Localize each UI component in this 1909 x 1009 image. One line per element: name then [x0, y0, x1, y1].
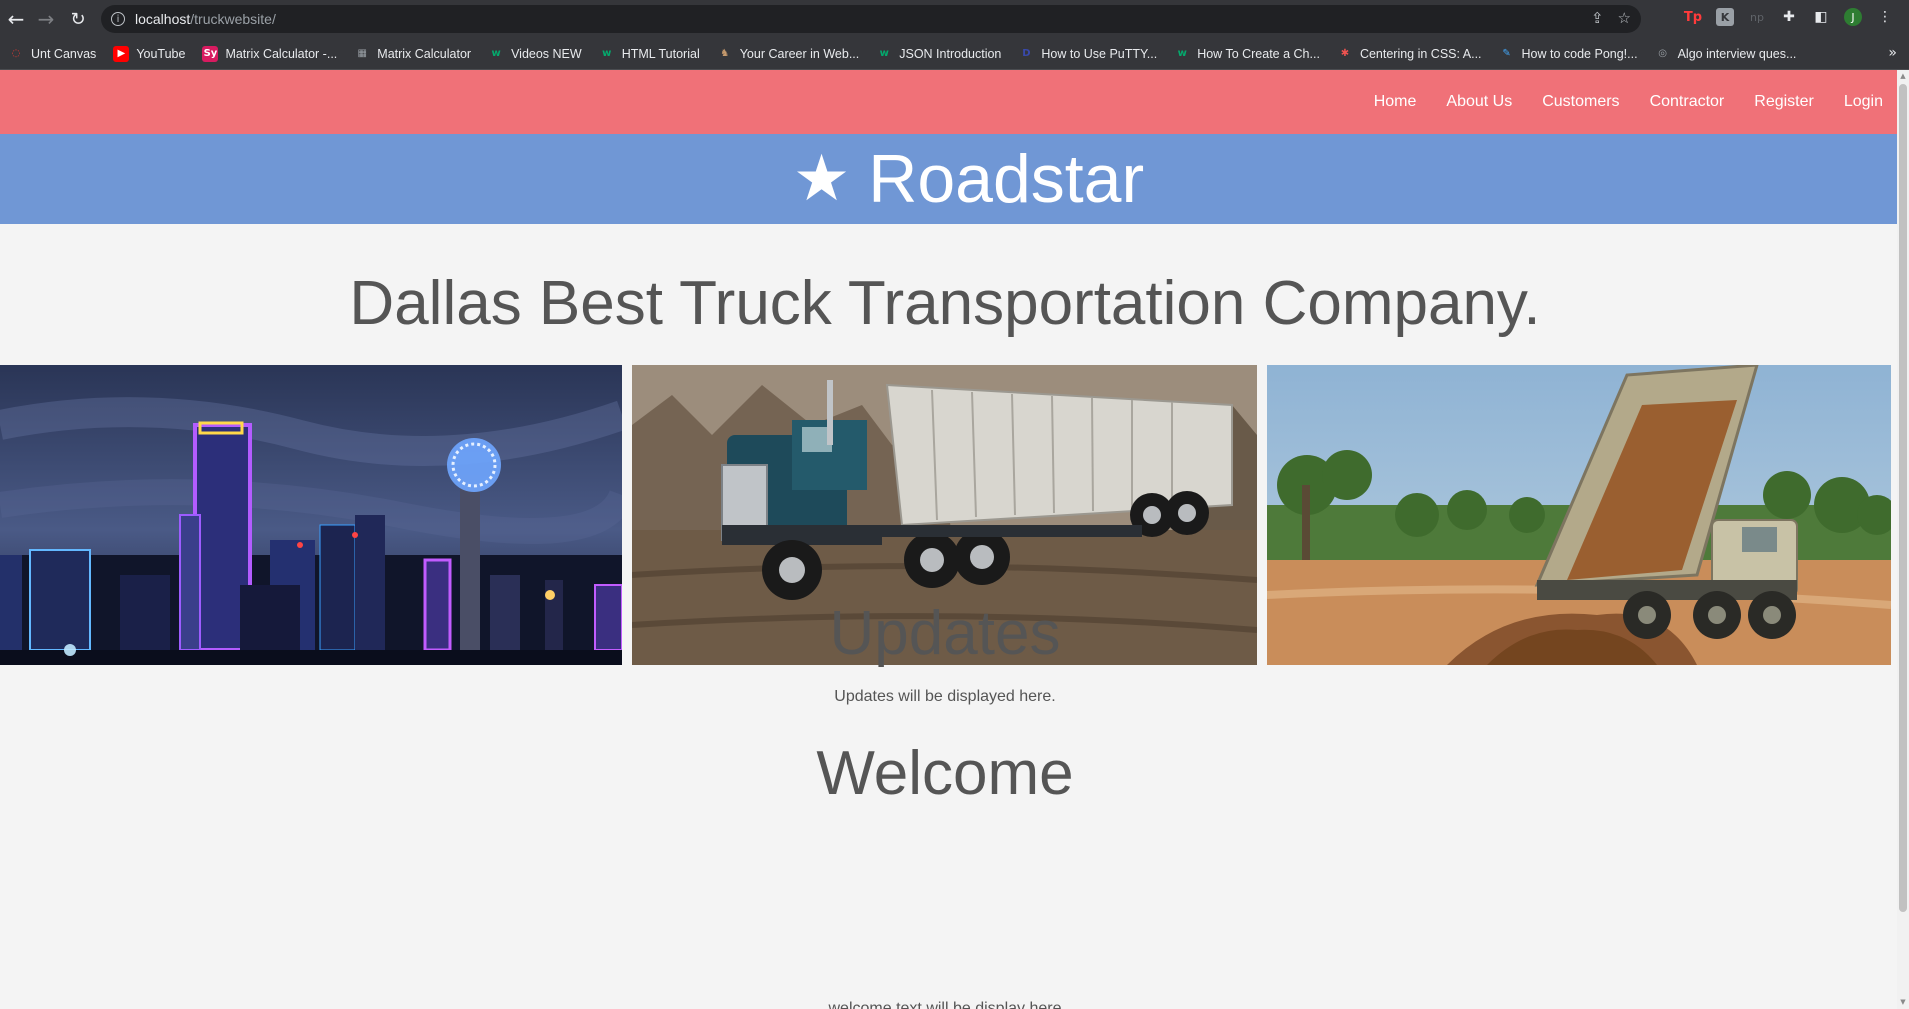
bookmark-item[interactable]: w HTML Tutorial [599, 46, 700, 62]
nav-login-link[interactable]: Login [1844, 93, 1883, 111]
page-viewport: Home About Us Customers Contractor Regis… [0, 70, 1897, 1009]
bookmark-item[interactable]: Sy Matrix Calculator -... [202, 45, 338, 62]
bookmark-label: How to Use PuTTY... [1041, 46, 1158, 61]
updates-heading: Updates [829, 599, 1061, 668]
url-host: localhost [135, 11, 191, 27]
nav-register-link[interactable]: Register [1754, 93, 1814, 111]
scroll-down-icon[interactable]: ▼ [1899, 998, 1907, 1006]
browser-menu-icon[interactable]: ⋮ [1876, 8, 1894, 26]
brand-logo: ★ Roadstar [793, 140, 1144, 218]
reload-icon[interactable]: ↻ [62, 3, 94, 35]
algo-icon: ◎ [1658, 48, 1667, 59]
w3schools-icon: w [491, 48, 501, 59]
bookmark-label: Centering in CSS: A... [1359, 46, 1482, 61]
bookmark-label: JSON Introduction [899, 46, 1002, 61]
bookmark-label: Algo interview ques... [1677, 46, 1797, 61]
bookmark-label: Matrix Calculator -... [225, 46, 338, 61]
bookmark-label: How To Create a Ch... [1197, 46, 1320, 61]
bookmark-item[interactable]: ♞ Your Career in Web... [717, 46, 860, 62]
extension-np-icon[interactable]: np [1748, 8, 1766, 26]
calculator-icon: ▦ [357, 48, 367, 59]
nav-customers-link[interactable]: Customers [1542, 93, 1619, 111]
d-icon: D [1022, 48, 1031, 59]
browser-toolbar: ← → ↻ i localhost/truckwebsite/ ⇪ ☆ Tp K… [0, 0, 1909, 38]
profile-avatar[interactable]: J [1844, 8, 1862, 26]
bookmarks-overflow-icon[interactable]: » [1888, 45, 1897, 61]
pen-icon: ✎ [1502, 48, 1511, 59]
site-info-icon[interactable]: i [111, 12, 125, 26]
updates-text: Updates will be displayed here. [834, 688, 1056, 705]
bookmark-label: HTML Tutorial [621, 46, 700, 61]
youtube-icon: ▶ [113, 45, 130, 62]
site-navbar: Home About Us Customers Contractor Regis… [0, 70, 1897, 134]
nav-contractor-link[interactable]: Contractor [1650, 93, 1725, 111]
w3schools-icon: w [1177, 48, 1187, 59]
page-scrollbar[interactable]: ▲ ▼ [1897, 70, 1909, 1009]
bookmarks-bar: ◌ Unt Canvas ▶ YouTube Sy Matrix Calculator -… [0, 38, 1909, 70]
forward-arrow-icon[interactable]: → [30, 3, 62, 35]
symbolab-icon: Sy [202, 45, 219, 62]
bookmark-item[interactable]: ◌ Unt Canvas [8, 46, 97, 62]
asterisk-icon: ✱ [1340, 48, 1350, 59]
bookmark-item[interactable]: ✱ Centering in CSS: A... [1337, 46, 1482, 62]
canvas-icon: ◌ [11, 48, 21, 59]
extension-tp-icon[interactable]: Tp [1684, 8, 1702, 26]
owl-icon: ♞ [720, 48, 730, 59]
address-bar[interactable]: i localhost/truckwebsite/ ⇪ ☆ [101, 5, 1641, 33]
bookmark-item[interactable]: ✎ How to code Pong!... [1499, 46, 1638, 62]
bookmark-label: Your Career in Web... [739, 46, 860, 61]
bookmark-item[interactable]: ▶ YouTube [113, 45, 186, 62]
extension-k-icon[interactable]: K [1716, 8, 1734, 26]
share-icon[interactable]: ⇪ [1591, 9, 1604, 27]
back-arrow-icon[interactable]: ← [0, 3, 32, 35]
bookmark-label: Matrix Calculator [377, 46, 472, 61]
bookmark-label: How to code Pong!... [1521, 46, 1638, 61]
bookmark-label: Videos NEW [511, 46, 582, 61]
welcome-text: welcome text will be display here [828, 1000, 1062, 1009]
side-panel-icon[interactable]: ◧ [1812, 8, 1830, 26]
brand-banner: ★ Roadstar [0, 134, 1897, 224]
bookmark-item[interactable]: w Videos NEW [488, 46, 582, 62]
scroll-up-icon[interactable]: ▲ [1899, 72, 1907, 80]
nav-about-link[interactable]: About Us [1446, 93, 1512, 111]
scrollbar-thumb[interactable] [1899, 84, 1907, 912]
bookmark-item[interactable]: ▦ Matrix Calculator [354, 46, 472, 62]
bookmark-star-icon[interactable]: ☆ [1618, 9, 1631, 27]
welcome-heading: Welcome [816, 739, 1074, 808]
star-icon: ★ [792, 142, 851, 216]
bookmark-item[interactable]: w How To Create a Ch... [1174, 46, 1320, 62]
w3schools-icon: w [879, 48, 889, 59]
url-path: /truckwebsite/ [190, 11, 276, 27]
bookmark-item[interactable]: ◎ Algo interview ques... [1655, 46, 1797, 62]
bookmark-item[interactable]: D How to Use PuTTY... [1018, 46, 1157, 62]
bookmark-item[interactable]: w JSON Introduction [876, 46, 1002, 62]
extensions-puzzle-icon[interactable]: ✚ [1780, 8, 1798, 26]
page-headline: Dallas Best Truck Transportation Company… [349, 269, 1541, 338]
bookmark-label: Unt Canvas [31, 46, 97, 61]
brand-name: Roadstar [868, 141, 1145, 217]
nav-home-link[interactable]: Home [1374, 93, 1417, 111]
bookmark-label: YouTube [136, 46, 186, 61]
w3schools-icon: w [602, 48, 612, 59]
